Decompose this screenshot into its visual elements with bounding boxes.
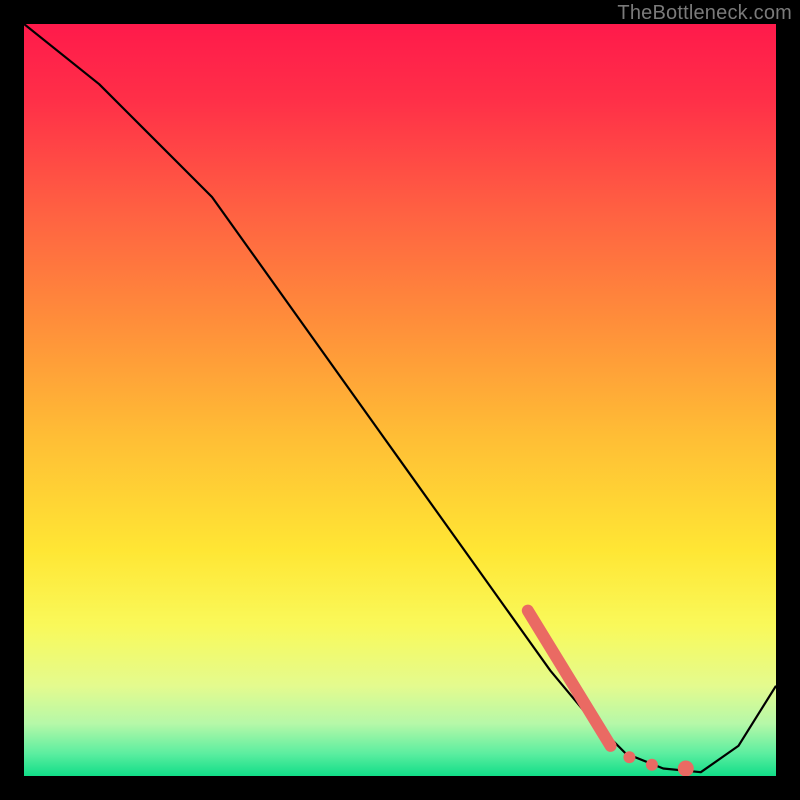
- salmon-dot-2: [646, 759, 658, 771]
- plot-area: [24, 24, 776, 776]
- gradient-background: [24, 24, 776, 776]
- watermark-text: TheBottleneck.com: [617, 2, 792, 25]
- chart-svg: [24, 24, 776, 776]
- salmon-dot-1: [623, 751, 635, 763]
- salmon-dot-3: [678, 761, 694, 777]
- chart-root: TheBottleneck.com: [0, 0, 800, 800]
